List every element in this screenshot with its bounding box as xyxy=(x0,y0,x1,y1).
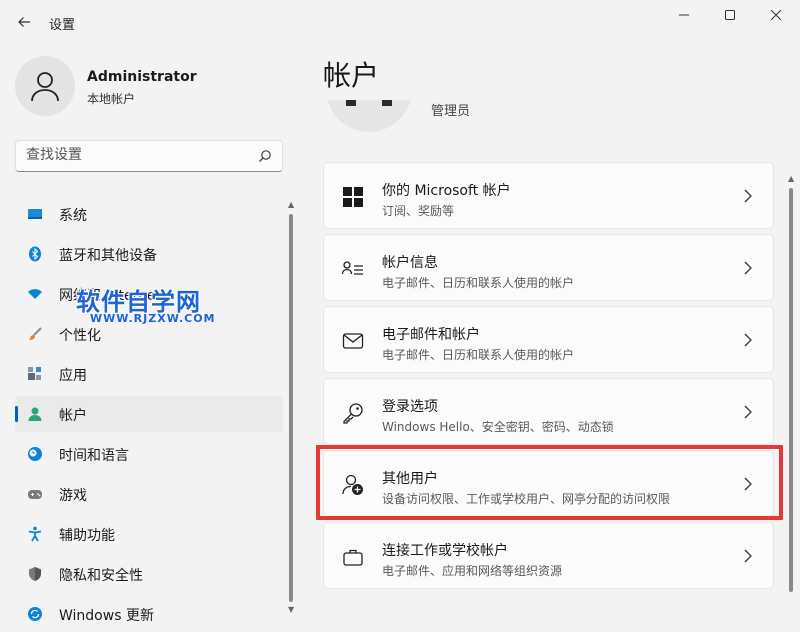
watermark-url: WWW.RJZXW.COM xyxy=(90,312,216,325)
card-title: 连接工作或学校帐户 xyxy=(382,543,508,559)
sidebar-item-apps[interactable]: 应用 xyxy=(15,356,283,392)
search-box[interactable] xyxy=(15,140,283,172)
main-scrollbar[interactable]: ▲ xyxy=(788,160,794,620)
account-role: 管理员 xyxy=(431,104,471,119)
system-icon xyxy=(28,209,42,219)
account-icon xyxy=(28,407,42,421)
title-bar: 设置 xyxy=(0,0,800,44)
time-language-icon xyxy=(28,447,42,461)
highlight-annotation-box xyxy=(316,445,783,520)
card-description: Windows Hello、安全密钥、密码、动态锁 xyxy=(382,420,614,434)
page-title: 帐户 xyxy=(323,59,380,92)
chevron-right-icon xyxy=(744,405,752,419)
sidebar-item-label: 应用 xyxy=(59,368,87,384)
card-microsoft-account[interactable]: 你的 Microsoft 帐户 订阅、奖励等 xyxy=(323,162,774,229)
account-info-icon xyxy=(342,261,363,275)
active-indicator xyxy=(15,406,18,422)
close-button[interactable] xyxy=(756,2,796,28)
scroll-down-arrow-icon[interactable]: ▼ xyxy=(288,605,294,614)
minimize-icon xyxy=(679,14,689,16)
user-avatar[interactable] xyxy=(15,56,75,116)
sidebar-item-accounts[interactable]: 帐户 xyxy=(15,396,283,432)
chevron-right-icon xyxy=(744,549,752,563)
main-scroll-thumb[interactable] xyxy=(789,188,793,592)
back-button[interactable] xyxy=(12,8,36,36)
briefcase-icon xyxy=(343,549,363,566)
user-avatar-icon xyxy=(31,72,59,102)
card-title: 电子邮件和帐户 xyxy=(382,327,480,343)
sidebar-item-label: 隐私和安全性 xyxy=(59,568,143,584)
card-description: 电子邮件、应用和网络等组织资源 xyxy=(382,564,563,578)
sidebar-item-label: 个性化 xyxy=(59,328,101,344)
chevron-right-icon xyxy=(744,261,752,275)
microsoft-logo-icon xyxy=(343,187,363,207)
network-icon xyxy=(28,289,42,299)
mail-icon xyxy=(342,333,364,349)
card-title: 登录选项 xyxy=(382,399,438,415)
gaming-icon xyxy=(28,490,42,499)
sidebar-item-label: 系统 xyxy=(59,208,87,224)
sidebar-item-time-language[interactable]: 时间和语言 xyxy=(15,436,283,472)
card-title: 帐户信息 xyxy=(382,255,438,271)
user-account-type: 本地帐户 xyxy=(87,92,136,106)
minimize-button[interactable] xyxy=(664,2,704,28)
app-title: 设置 xyxy=(49,18,76,33)
sidebar-item-label: 蓝牙和其他设备 xyxy=(59,248,157,264)
sidebar-item-gaming[interactable]: 游戏 xyxy=(15,476,283,512)
user-name: Administrator xyxy=(87,69,197,85)
maximize-button[interactable] xyxy=(710,2,750,28)
sidebar-item-label: 帐户 xyxy=(59,408,87,424)
header-backdrop xyxy=(310,44,780,100)
sidebar-item-privacy[interactable]: 隐私和安全性 xyxy=(15,556,283,592)
card-description: 电子邮件、日历和联系人使用的帐户 xyxy=(382,348,575,362)
brush-icon xyxy=(29,327,42,340)
key-icon xyxy=(343,403,363,424)
sidebar-item-bluetooth[interactable]: 蓝牙和其他设备 xyxy=(15,236,283,272)
card-sign-in-options[interactable]: 登录选项 Windows Hello、安全密钥、密码、动态锁 xyxy=(323,378,774,445)
scroll-up-arrow-icon[interactable]: ▲ xyxy=(788,174,794,183)
sidebar-item-system[interactable]: 系统 xyxy=(15,196,283,232)
accessibility-icon xyxy=(28,526,42,542)
close-icon xyxy=(771,10,781,20)
chevron-right-icon xyxy=(744,189,752,203)
sidebar-item-label: Windows 更新 xyxy=(59,608,154,624)
scroll-up-arrow-icon[interactable]: ▲ xyxy=(288,200,294,209)
search-input[interactable] xyxy=(26,147,246,163)
sidebar-item-label: 时间和语言 xyxy=(59,448,129,464)
sidebar-scroll-thumb[interactable] xyxy=(289,214,293,602)
search-icon[interactable] xyxy=(258,149,272,163)
card-description: 订阅、奖励等 xyxy=(382,204,455,218)
sidebar-item-windows-update[interactable]: Windows 更新 xyxy=(15,596,283,632)
card-work-school-account[interactable]: 连接工作或学校帐户 电子邮件、应用和网络等组织资源 xyxy=(323,522,774,589)
card-email-accounts[interactable]: 电子邮件和帐户 电子邮件、日历和联系人使用的帐户 xyxy=(323,306,774,373)
sidebar-item-accessibility[interactable]: 辅助功能 xyxy=(15,516,283,552)
back-arrow-icon xyxy=(18,17,30,27)
bluetooth-icon xyxy=(29,246,41,262)
maximize-icon xyxy=(725,10,735,20)
windows-update-icon xyxy=(28,607,42,621)
privacy-shield-icon xyxy=(29,567,41,581)
card-title: 你的 Microsoft 帐户 xyxy=(382,183,511,199)
card-description: 电子邮件、日历和联系人使用的帐户 xyxy=(382,276,575,290)
chevron-right-icon xyxy=(744,333,752,347)
sidebar-scrollbar[interactable]: ▲ ▼ xyxy=(288,200,294,620)
sidebar-item-label: 辅助功能 xyxy=(59,528,115,544)
apps-icon xyxy=(28,367,41,380)
watermark: 软件自学网 WWW.RJZXW.COM xyxy=(76,282,226,326)
sidebar-item-label: 游戏 xyxy=(59,488,87,504)
settings-window: 设置 Administrator 本地帐户 系统 蓝牙和其他设备 网络和 Int… xyxy=(0,0,800,632)
card-account-info[interactable]: 帐户信息 电子邮件、日历和联系人使用的帐户 xyxy=(323,234,774,301)
